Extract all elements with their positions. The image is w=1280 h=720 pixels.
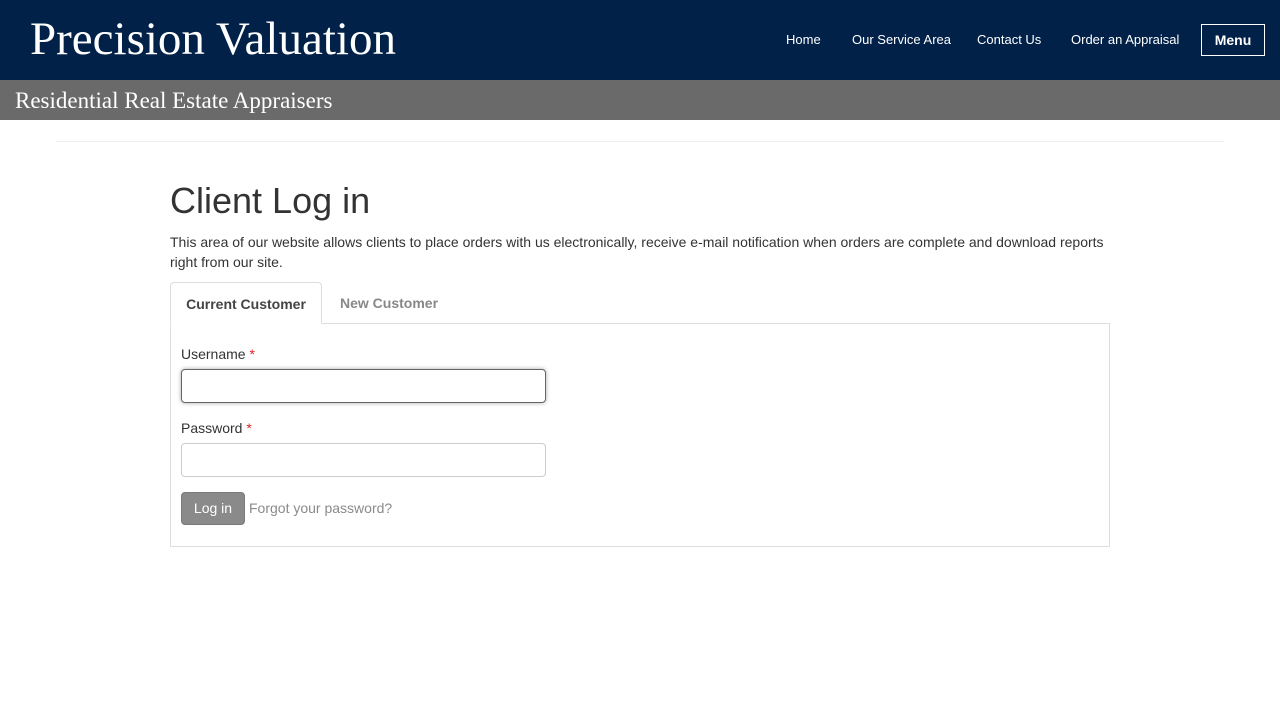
username-label-text: Username: [181, 346, 246, 362]
username-input[interactable]: [181, 369, 546, 403]
nav-order-appraisal[interactable]: Order an Appraisal: [1071, 32, 1179, 48]
forgot-password-link[interactable]: Forgot your password?: [249, 500, 392, 516]
site-header: Precision Valuation Home Our Service Are…: [0, 0, 1280, 80]
username-label: Username *: [181, 346, 255, 362]
tab-new-customer[interactable]: New Customer: [340, 282, 438, 324]
site-logo-text[interactable]: Precision Valuation: [30, 12, 396, 66]
required-marker: *: [249, 346, 255, 362]
tagline-bar: Residential Real Estate Appraisers: [0, 80, 1280, 120]
divider: [56, 141, 1224, 142]
nav-home[interactable]: Home: [786, 32, 821, 48]
site-tagline: Residential Real Estate Appraisers: [15, 88, 333, 113]
tab-current-customer[interactable]: Current Customer: [170, 282, 322, 324]
intro-text: This area of our website allows clients …: [170, 234, 1104, 270]
nav-service-area[interactable]: Our Service Area: [852, 32, 951, 48]
required-marker: *: [246, 420, 252, 436]
login-button[interactable]: Log in: [181, 492, 245, 525]
password-input[interactable]: [181, 443, 546, 477]
nav-contact-us[interactable]: Contact Us: [977, 32, 1041, 48]
password-label: Password *: [181, 420, 252, 436]
page-title: Client Log in: [170, 180, 371, 221]
password-label-text: Password: [181, 420, 243, 436]
menu-button[interactable]: Menu: [1201, 24, 1265, 56]
